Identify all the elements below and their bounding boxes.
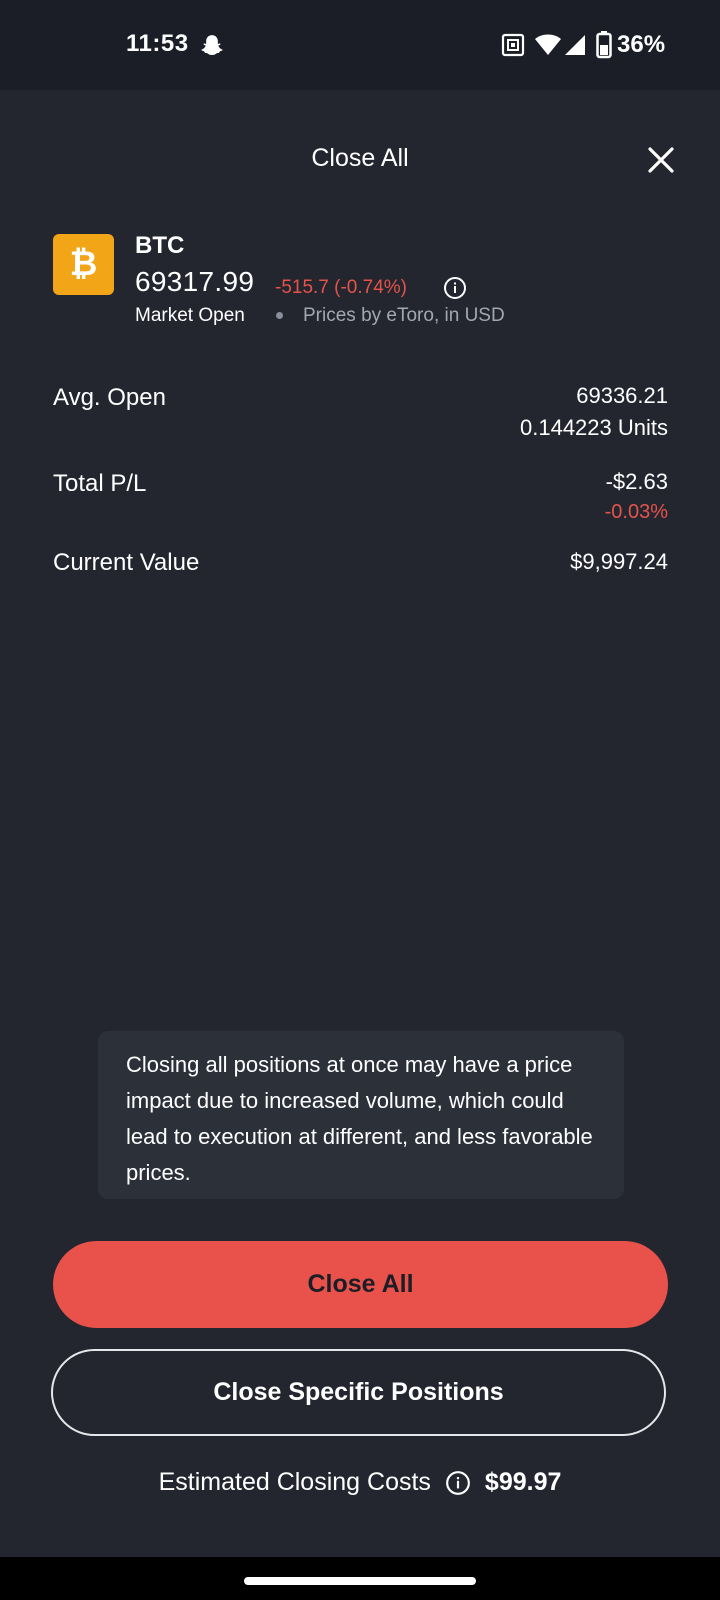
battery-icon <box>596 31 612 59</box>
info-icon[interactable] <box>443 276 467 300</box>
status-bar: 11:53 36% <box>0 0 720 90</box>
sheet-title: Close All <box>311 144 409 172</box>
price-impact-warning: Closing all positions at once may have a… <box>98 1031 624 1199</box>
estimated-closing-costs: Estimated Closing Costs $99.97 <box>0 1468 720 1497</box>
battery-percent: 36% <box>617 31 666 58</box>
total-pl-value: -$2.63 <box>605 469 668 494</box>
current-value-value: $9,997.24 <box>570 549 668 574</box>
costs-value: $99.97 <box>484 1468 562 1496</box>
home-indicator[interactable] <box>244 1577 476 1585</box>
market-status: Market Open <box>135 305 245 326</box>
bitcoin-icon: ₿ <box>69 245 98 283</box>
info-icon[interactable] <box>445 1470 471 1496</box>
close-icon[interactable] <box>647 146 675 174</box>
wifi-icon <box>534 33 562 57</box>
status-time: 11:53 <box>126 30 189 57</box>
total-pl-percent: -0.03% <box>604 501 668 523</box>
price-source: Prices by eToro, in USD <box>303 305 505 326</box>
close-all-button[interactable]: Close All <box>53 1241 668 1328</box>
avg-open-label: Avg. Open <box>53 384 166 411</box>
asset-symbol: BTC <box>135 232 185 259</box>
units-value: 0.144223 Units <box>520 415 668 440</box>
asset-change: -515.7 (-0.74%) <box>275 277 408 298</box>
btc-logo: ₿ <box>53 234 114 295</box>
avg-open-value: 69336.21 <box>576 383 668 408</box>
snapchat-icon <box>199 33 225 59</box>
asset-price: 69317.99 <box>135 266 255 297</box>
cell-signal-icon <box>563 33 587 57</box>
nfc-icon <box>501 33 525 57</box>
total-pl-label: Total P/L <box>53 470 147 497</box>
close-specific-positions-button[interactable]: Close Specific Positions <box>51 1349 666 1436</box>
current-value-label: Current Value <box>53 549 200 576</box>
dot-separator <box>276 312 283 319</box>
costs-label: Estimated Closing Costs <box>158 1468 431 1496</box>
